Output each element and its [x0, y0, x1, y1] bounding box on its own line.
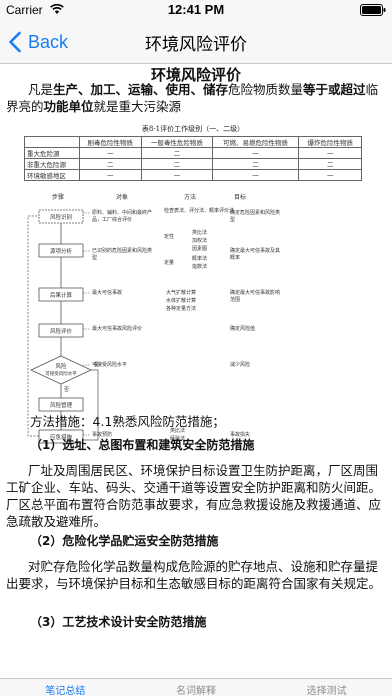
flowchart-target-text: 概率	[230, 254, 240, 261]
flowchart-step-label: 风险评价	[50, 327, 73, 335]
section-heading-storage: （2）危险化学品贮运安全防范措施	[30, 534, 219, 548]
section-body-storage: 对贮存危险化学品数量构成危险源的贮存地点、设施和贮存量提出要求，与环境保护目标和…	[6, 559, 382, 591]
table-header-cell: 可燃、易燃危险性物质	[211, 136, 300, 148]
status-bar: Carrier 12:41 PM	[0, 0, 392, 20]
flowchart-method-text: 各种定量方法	[166, 305, 196, 312]
flowchart-method-text: 检查表法、评分法、概率评价法	[164, 207, 234, 214]
flowchart-method-text: 定性	[164, 233, 174, 240]
tab-item[interactable]: 笔记总结	[0, 679, 131, 696]
evaluation-table: 剧毒危险性物质 一般毒性危险物质 可燃、易燃危险性物质 爆炸危险性物质 重大危险源一二一…	[24, 136, 362, 181]
table-cell: 二	[141, 158, 213, 170]
flowchart-method-text: 指数法	[192, 263, 207, 270]
table-header-cell	[24, 136, 80, 148]
table-header-cell: 一般毒性危险物质	[141, 136, 213, 148]
flowchart-branch-no: 否	[64, 387, 69, 393]
table-caption: 表8-1评价工作级别（一、二级）	[141, 125, 245, 133]
flowchart-method-text: 水体扩散计算	[166, 297, 196, 304]
flowchart-target-text: 确定危险因素和风险类	[230, 209, 280, 216]
table-cell: 一	[211, 169, 300, 181]
flowchart-method-text: 大气扩散计算	[166, 289, 196, 296]
table-header-row: 剧毒危险性物质 一般毒性危险物质 可燃、易燃危险性物质 爆炸危险性物质	[24, 136, 362, 148]
flowchart-method-text: 概率法	[192, 255, 207, 262]
intro-segment: 等于或超过	[303, 82, 366, 97]
table-row: 非重大危险源二二二二	[24, 158, 362, 170]
flowchart-step-label: 风险识别	[50, 213, 72, 221]
section-heading-siting: （1）选址、总图布置和建筑安全防范措施	[30, 438, 255, 452]
flowchart-object-text: 品，工厂综合评价	[92, 216, 132, 223]
status-time: 12:41 PM	[167, 2, 225, 17]
flowchart-method-text: 加权法	[192, 237, 207, 244]
navigation-bar: Back 环境风险评价	[0, 20, 392, 64]
flowchart-feedback-line	[27, 215, 39, 437]
flowchart-object-text: 最大可信事故	[92, 289, 122, 296]
intro-paragraph: 凡是生产、加工、运输、使用、储存危险物质数量等于或超过临界亮的功能单位就是重大污…	[6, 81, 388, 115]
tab-item[interactable]: 选择测试	[261, 679, 392, 696]
table-header-cell: 爆炸危险性物质	[298, 136, 362, 148]
table-cell: 一	[211, 147, 300, 159]
flowchart-object-text: 型	[92, 254, 97, 261]
intro-segment: 生产、加工、运输、使用、储存	[53, 82, 229, 97]
table-cell: 二	[78, 158, 143, 170]
flowchart-method-text: 因素图	[192, 245, 207, 252]
intro-segment: 就是重大污染源	[93, 99, 182, 114]
method-line: 方法措施：4.1熟悉风险防范措施；	[30, 414, 225, 429]
flowchart-step-label: 后果计算	[50, 291, 73, 299]
flowchart-target-text: 确定风险值	[230, 325, 255, 332]
flowchart-step-label: 源项分析	[50, 247, 73, 255]
table-cell: 一	[298, 169, 362, 181]
table-row-header: 环境敏感地区	[24, 169, 80, 181]
intro-segment: 功能单位	[43, 99, 94, 114]
table-cell: 一	[141, 169, 213, 181]
table-cell: 一	[78, 169, 143, 181]
flowchart-target-text: 确定最大可信事故及其	[230, 247, 280, 254]
flowchart-object-text: 原料、辅料、中间和最终产	[92, 209, 152, 216]
flowchart-target-text: 范围	[230, 296, 240, 303]
flowchart-decision-label: 风险	[55, 362, 67, 370]
intro-segment: 凡是	[28, 82, 54, 97]
table-row-header: 非重大危险源	[24, 158, 80, 170]
flowchart-column-header: 方法	[184, 193, 196, 201]
page-title: 环境风险评价	[145, 35, 247, 55]
flowchart-column-header: 步骤	[52, 193, 64, 201]
section-body-siting: 厂址及周围居民区、环境保护目标设置卫生防护距离，厂区周围工矿企业、车站、码头、交…	[6, 463, 382, 529]
table-row: 重大危险源一二一一	[24, 147, 362, 159]
table-header-cell: 剧毒危险性物质	[78, 136, 143, 148]
flowchart-target-text: 型	[230, 216, 235, 223]
battery-icon	[360, 4, 386, 16]
table-cell: 一	[78, 147, 143, 159]
evaluation-table-figure: 表8-1评价工作级别（一、二级） 剧毒危险性物质 一般毒性危险物质 可燃、易燃危险性…	[24, 124, 362, 181]
flowchart-target-text: 减少风险	[230, 361, 250, 368]
flowchart-object-text: 最大可信事故风险评价	[92, 325, 142, 332]
flowchart-column-header: 目标	[234, 193, 246, 201]
flowchart-method-text: 定量	[164, 259, 174, 266]
intro-segment: 危险物质数量	[228, 82, 304, 97]
table-cell: 二	[211, 158, 300, 170]
flowchart-object-text: 可接受风险水平	[92, 361, 127, 368]
flowchart-decision-shape	[30, 355, 92, 385]
flowchart-column-header: 对象	[116, 193, 128, 201]
tab-item[interactable]: 名词解释	[131, 679, 262, 696]
section-heading-process: （3）工艺技术设计安全防范措施	[30, 615, 207, 629]
table-cell: 二	[298, 158, 362, 170]
article-content[interactable]: 环境风险评价 凡是生产、加工、运输、使用、储存危险物质数量等于或超过临界亮的功能…	[0, 64, 392, 678]
table-row: 环境敏感地区一一一一	[24, 169, 362, 181]
tab-bar: 笔记总结 名词解释 选择测试	[0, 678, 392, 696]
flowchart-decision-sublabel: 可接受风险水平	[45, 370, 77, 377]
flowchart-target-text: 确定最大可信事故影响	[230, 289, 280, 296]
table-cell: 一	[298, 147, 362, 159]
table-row-header: 重大危险源	[24, 147, 80, 159]
table-cell: 二	[141, 147, 213, 159]
flowchart-method-text: 类比法	[192, 229, 207, 236]
flowchart-step-label: 风险管理	[50, 401, 73, 409]
flowchart-object-text: 已识别的危险因素和风险类	[92, 247, 152, 254]
